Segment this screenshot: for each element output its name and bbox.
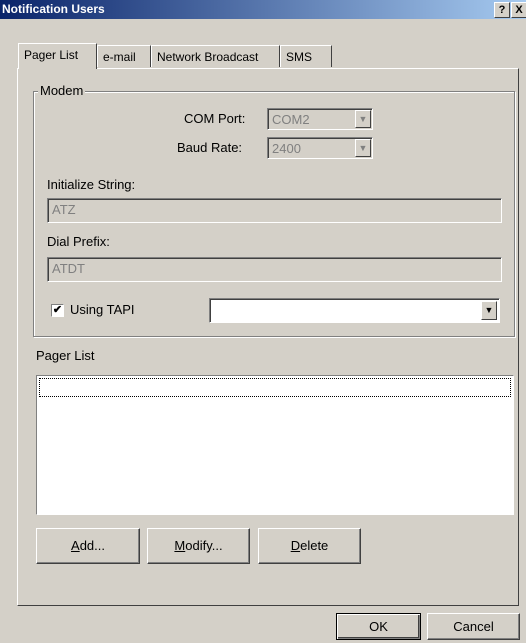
delete-button[interactable]: Delete: [258, 528, 361, 564]
tab-email[interactable]: e-mail: [97, 45, 151, 67]
using-tapi-label[interactable]: Using TAPI: [70, 302, 135, 317]
modify-button-label-rest: odify...: [185, 538, 223, 553]
ok-button[interactable]: OK: [336, 613, 421, 640]
dial-prefix-value: ATDT: [52, 261, 85, 276]
chevron-down-icon[interactable]: ▼: [355, 110, 371, 128]
using-tapi-checkbox[interactable]: ✔: [51, 304, 64, 317]
chevron-down-icon[interactable]: ▼: [355, 139, 371, 157]
dial-prefix-label: Dial Prefix:: [47, 234, 110, 249]
baud-rate-label: Baud Rate:: [177, 140, 243, 155]
close-button[interactable]: X: [511, 2, 526, 18]
add-button-hotkey: A: [71, 538, 80, 553]
tab-network-broadcast[interactable]: Network Broadcast: [151, 45, 280, 67]
com-port-label: COM Port:: [184, 111, 246, 126]
cancel-button[interactable]: Cancel: [427, 613, 520, 640]
modify-button[interactable]: Modify...: [147, 528, 250, 564]
title-bar: Notification Users ? X: [0, 0, 526, 19]
window-title: Notification Users: [2, 2, 105, 16]
delete-button-label-rest: elete: [300, 538, 329, 553]
init-string-label: Initialize String:: [47, 177, 136, 192]
add-button[interactable]: Add...: [36, 528, 140, 564]
modify-button-hotkey: M: [174, 538, 186, 553]
tapi-device-combo[interactable]: [209, 298, 500, 323]
add-button-label-rest: dd...: [79, 538, 105, 553]
chevron-down-icon[interactable]: ▼: [481, 301, 497, 320]
check-icon: ✔: [52, 304, 63, 316]
list-item[interactable]: [39, 378, 511, 397]
help-button[interactable]: ?: [494, 2, 510, 18]
delete-button-hotkey: D: [290, 538, 301, 553]
init-string-value: ATZ: [52, 202, 76, 217]
modem-group-label: Modem: [38, 83, 86, 98]
baud-rate-value: 2400: [272, 141, 301, 156]
init-string-field[interactable]: ATZ: [47, 198, 502, 223]
pager-list-label: Pager List: [36, 348, 95, 363]
tab-sms[interactable]: SMS: [280, 45, 332, 67]
dial-prefix-field[interactable]: ATDT: [47, 257, 502, 282]
pager-listbox[interactable]: [36, 375, 514, 515]
tab-pager-list[interactable]: Pager List: [18, 43, 97, 69]
com-port-value: COM2: [272, 112, 310, 127]
